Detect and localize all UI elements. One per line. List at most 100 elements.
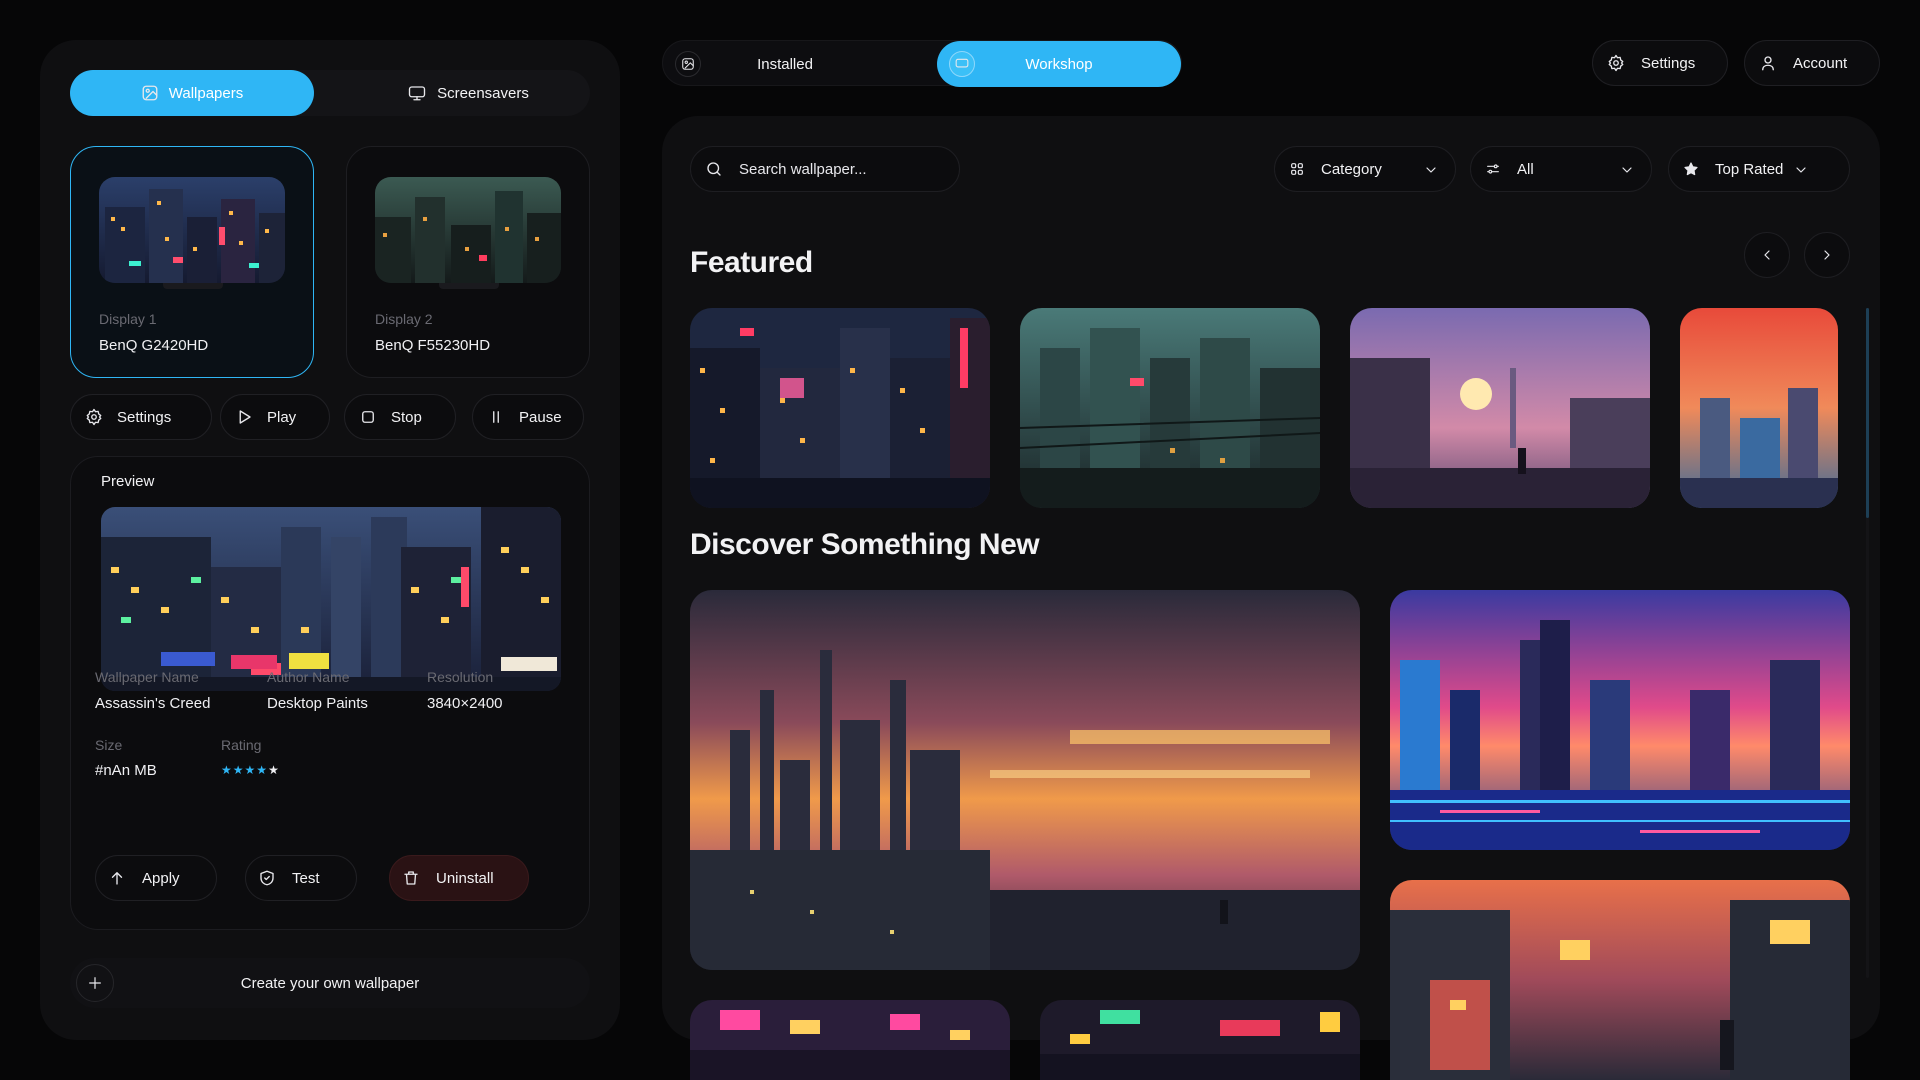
tab-wallpapers[interactable]: Wallpapers xyxy=(70,70,314,116)
display-card-2[interactable]: Display 2 BenQ F55230HD xyxy=(346,146,590,378)
sort-dropdown[interactable]: Top Rated xyxy=(1668,146,1850,192)
chevron-left-icon xyxy=(1764,250,1770,260)
monitor-stand xyxy=(163,283,223,289)
play-icon xyxy=(235,408,253,426)
display-label: Display 2 xyxy=(375,311,433,327)
wallpaper-name-label: Wallpaper Name xyxy=(95,669,199,685)
monitor-icon xyxy=(407,84,427,102)
mode-tabs: Wallpapers Screensavers xyxy=(70,70,590,116)
featured-title: Featured xyxy=(690,246,813,279)
discover-tile[interactable] xyxy=(690,590,1360,970)
filter-label: All xyxy=(1517,160,1534,178)
star-icon: ★ xyxy=(256,763,269,777)
discover-tile[interactable] xyxy=(1040,1000,1360,1080)
play-button[interactable]: Play xyxy=(220,394,330,440)
apply-button[interactable]: Apply xyxy=(95,855,217,901)
shield-icon xyxy=(258,869,276,887)
featured-tile[interactable] xyxy=(1680,308,1838,508)
create-wallpaper-button[interactable]: Create your own wallpaper xyxy=(70,958,590,1008)
prev-button[interactable] xyxy=(1744,232,1790,278)
stop-label: Stop xyxy=(391,408,422,426)
star-icon xyxy=(1683,161,1699,177)
uninstall-label: Uninstall xyxy=(436,869,494,887)
create-wallpaper-label: Create your own wallpaper xyxy=(240,974,420,992)
author-value: Desktop Paints xyxy=(267,695,368,712)
wallpaper-name-value: Assassin's Creed xyxy=(95,695,211,712)
featured-tile[interactable] xyxy=(1350,308,1650,508)
tab-installed[interactable]: Installed xyxy=(663,41,907,87)
pause-label: Pause xyxy=(519,408,562,426)
pause-button[interactable]: Pause xyxy=(472,394,584,440)
category-dropdown[interactable]: Category xyxy=(1274,146,1456,192)
gear-icon xyxy=(1607,54,1625,72)
resolution-label: Resolution xyxy=(427,669,494,685)
rating-label: Rating xyxy=(221,737,262,753)
account-label: Account xyxy=(1793,54,1848,72)
preview-title: Preview xyxy=(101,473,155,490)
star-icon: ★ xyxy=(232,763,245,777)
search-icon xyxy=(705,160,723,178)
scrollbar-thumb[interactable] xyxy=(1866,308,1869,518)
resolution-value: 3840×2400 xyxy=(427,695,503,712)
discover-title: Discover Something New xyxy=(690,528,1040,561)
display-thumbnail xyxy=(375,177,561,283)
tab-label: Wallpapers xyxy=(168,84,244,102)
monitor-stand xyxy=(439,283,499,289)
search-input[interactable] xyxy=(739,160,939,178)
account-button[interactable]: Account xyxy=(1744,40,1880,86)
preview-image xyxy=(101,507,561,691)
tab-screensavers[interactable]: Screensavers xyxy=(346,70,590,116)
settings-button[interactable]: Settings xyxy=(70,394,212,440)
discover-tile[interactable] xyxy=(690,1000,1010,1080)
trash-icon xyxy=(402,869,420,887)
plus-icon xyxy=(76,964,114,1002)
tab-label: Workshop xyxy=(1025,55,1093,73)
pause-icon xyxy=(487,408,505,426)
stop-button[interactable]: Stop xyxy=(344,394,456,440)
tab-label: Installed xyxy=(757,55,813,73)
category-label: Category xyxy=(1321,160,1382,178)
sliders-icon xyxy=(1485,161,1501,177)
display-thumbnail xyxy=(99,177,285,283)
display-model: BenQ F55230HD xyxy=(375,337,491,354)
image-icon xyxy=(141,84,159,102)
apply-label: Apply xyxy=(142,869,180,887)
discover-tile[interactable] xyxy=(1390,880,1850,1080)
star-icon: ★ xyxy=(221,763,233,777)
author-label: Author Name xyxy=(267,669,350,685)
source-tabs: Installed Workshop xyxy=(662,40,1182,87)
play-label: Play xyxy=(267,408,297,426)
image-icon xyxy=(675,51,701,77)
size-value: #nAn MB xyxy=(95,762,157,779)
display-card-1[interactable]: Display 1 BenQ G2420HD xyxy=(70,146,314,378)
star-icon: ★ xyxy=(244,763,257,777)
test-label: Test xyxy=(292,869,320,887)
display-model: BenQ G2420HD xyxy=(99,337,209,354)
chevron-down-icon xyxy=(1793,162,1809,178)
search-box[interactable] xyxy=(690,146,960,192)
grid-icon xyxy=(1289,161,1305,177)
chevron-down-icon xyxy=(1619,162,1635,178)
tab-label: Screensavers xyxy=(437,84,529,102)
stop-icon xyxy=(359,408,377,426)
filter-dropdown[interactable]: All xyxy=(1470,146,1652,192)
chevron-down-icon xyxy=(1423,162,1439,178)
display-label: Display 1 xyxy=(99,311,157,327)
featured-tile[interactable] xyxy=(690,308,990,508)
rating-stars: ★★★★★ xyxy=(221,763,280,777)
nav-settings-label: Settings xyxy=(1641,54,1696,72)
test-button[interactable]: Test xyxy=(245,855,357,901)
gear-icon xyxy=(85,408,103,426)
nav-settings-button[interactable]: Settings xyxy=(1592,40,1728,86)
uninstall-button[interactable]: Uninstall xyxy=(389,855,529,901)
chevron-right-icon xyxy=(1824,250,1830,260)
arrow-up-icon xyxy=(108,869,126,887)
discover-tile[interactable] xyxy=(1390,590,1850,850)
next-button[interactable] xyxy=(1804,232,1850,278)
tab-workshop[interactable]: Workshop xyxy=(937,41,1181,87)
star-icon: ★ xyxy=(268,763,280,777)
user-icon xyxy=(1759,54,1777,72)
monitor-icon xyxy=(949,51,975,77)
featured-tile[interactable] xyxy=(1020,308,1320,508)
settings-label: Settings xyxy=(117,408,172,426)
